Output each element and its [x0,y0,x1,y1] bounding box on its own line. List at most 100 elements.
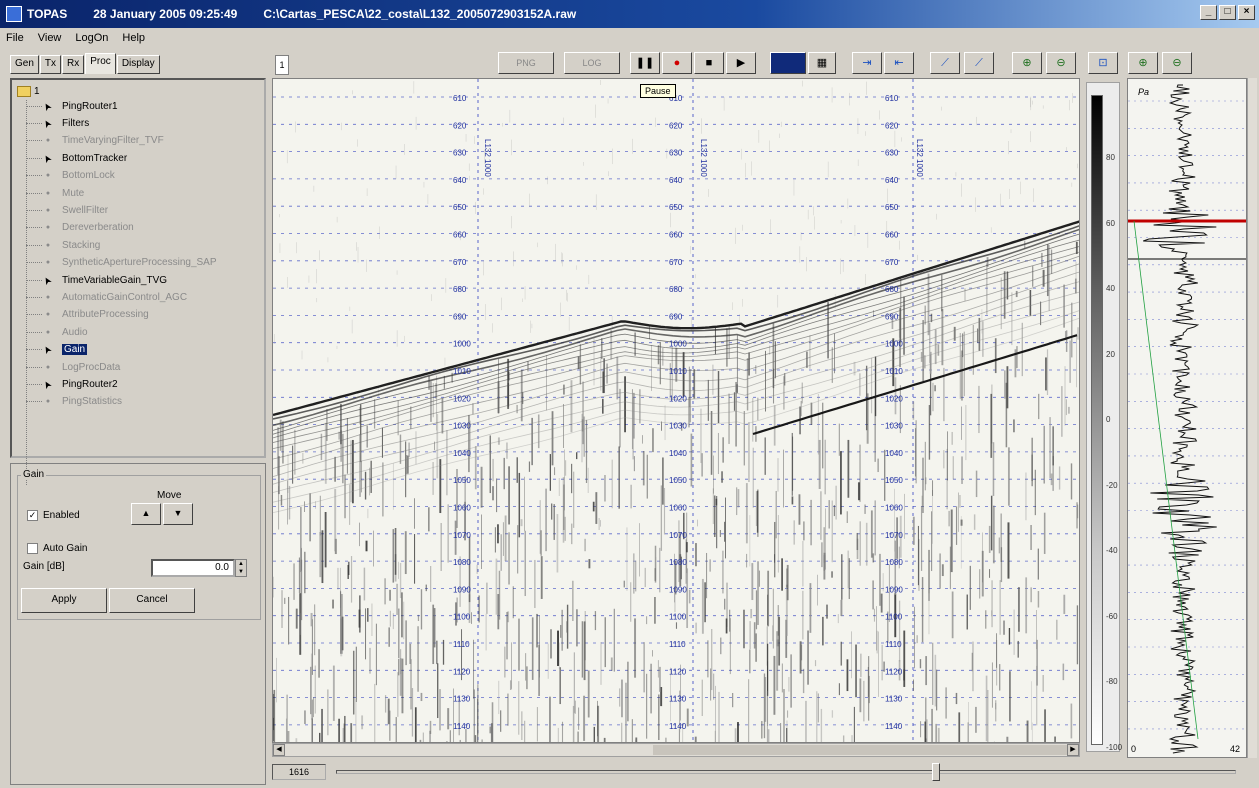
depth-label: 680 [885,285,899,294]
depth-label: 1120 [669,667,687,676]
bullet-icon: ● [45,172,51,180]
tree-item[interactable]: ➤ Gain [26,342,88,358]
menu-logon[interactable]: LogOn [75,32,108,44]
tree-root[interactable]: 1 [17,86,40,97]
depth-label: 1070 [453,531,471,540]
tree-item-label: Dereverberation [62,222,134,234]
tree-item[interactable]: ● Dereverberation [26,220,134,236]
tab-display[interactable]: Display [116,55,160,74]
tree-item[interactable]: ● AutomaticGainControl_AGC [26,289,187,305]
tab-tx[interactable]: Tx [39,55,62,74]
tree-connector [26,244,42,246]
tree-item[interactable]: ● Mute [26,185,84,201]
trace-zoom-out-button[interactable]: ⊖ [1162,52,1192,74]
tree-item[interactable]: ➤ Filters [26,115,89,131]
tree-item[interactable]: ● TimeVaryingFilter_TVF [26,133,164,149]
tree-item[interactable]: ➤ PingRouter2 [26,376,118,392]
menu-file[interactable]: File [6,32,24,44]
depth-label: 690 [453,312,467,321]
depth-label: 610 [885,94,899,103]
log-button[interactable]: LOG [564,52,620,74]
horizontal-scrollbar[interactable]: ◀ ▶ [272,743,1080,757]
tree-connector [26,175,42,177]
depth-label: 1000 [885,340,903,349]
depth-label: 1080 [885,558,903,567]
zoom-fit-button[interactable]: ⊡ [1088,52,1118,74]
chart-view-alt-button[interactable]: ⟋ [964,52,994,74]
pause-button[interactable]: ❚❚ [630,52,660,74]
depth-label: 620 [885,121,899,130]
zoom-out-button[interactable]: ⊖ [1046,52,1076,74]
menu-view[interactable]: View [38,32,62,44]
tree-item[interactable]: ● BottomLock [26,168,115,184]
zoom-fit-icon: ⊡ [1098,57,1108,69]
tab-rx[interactable]: Rx [62,55,85,74]
tree-item[interactable]: ➤ TimeVariableGain_TVG [26,272,167,288]
enabled-checkbox[interactable]: ✓ [27,510,38,521]
move-up-button[interactable]: ▲ [131,503,161,525]
tvg-curve [1133,220,1199,740]
trace-scrollbar[interactable] [1247,78,1257,758]
display-mode-button[interactable] [770,52,806,74]
maximize-icon[interactable]: □ [1219,5,1236,20]
trace-panel[interactable]: Pa 0 42 [1127,78,1247,758]
minimize-icon[interactable]: _ [1200,5,1217,20]
tab-proc[interactable]: Proc [85,53,116,74]
colorbar-tick-label: 60 [1106,218,1115,228]
tab-gen[interactable]: Gen [10,55,39,74]
tree-item[interactable]: ● SwellFilter [26,202,108,218]
chart-view-button[interactable]: ⟋ [930,52,960,74]
scroll-left-icon[interactable]: ◀ [273,744,285,756]
depth-label: 1000 [453,340,471,349]
auto-gain-row: Auto Gain [27,543,87,554]
tree-item[interactable]: ● LogProcData [26,359,120,375]
gain-db-input[interactable]: 0.0 [151,559,235,577]
depth-label: 1080 [669,558,687,567]
trace-zoom-in-button[interactable]: ⊕ [1128,52,1158,74]
ping-back-button[interactable]: ⇤ [884,52,914,74]
depth-label: 1030 [453,422,471,431]
tree-item[interactable]: ➤ PingRouter1 [26,98,118,114]
tree-item[interactable]: ● Stacking [26,237,100,253]
menu-help[interactable]: Help [122,32,145,44]
seismic-profile-view[interactable]: 610 620 630 640 650 660 670 680 690 1000 1010 1020 1… [272,78,1080,743]
move-down-button[interactable]: ▼ [163,503,193,525]
tree-item[interactable]: ● Audio [26,324,88,340]
depth-label: 690 [885,312,899,321]
folder-icon [17,86,31,97]
cancel-button[interactable]: Cancel [109,588,195,613]
tree-item[interactable]: ● PingStatistics [26,394,122,410]
ping-slider-knob[interactable] [932,763,940,781]
auto-gain-checkbox[interactable] [27,543,38,554]
tree-connector [26,366,42,368]
grid-toggle-button[interactable]: ▦ [808,52,836,74]
scroll-thumb[interactable] [653,745,1073,755]
bullet-icon: ● [45,206,51,214]
chart-icon: ⟋ [941,57,949,69]
enabled-label: Enabled [43,510,80,521]
apply-button[interactable]: Apply [21,588,107,613]
tree-item-label: PingRouter2 [62,378,118,390]
close-icon[interactable]: × [1238,5,1255,20]
play-button[interactable]: ▶ [726,52,756,74]
zoom-in-button[interactable]: ⊕ [1012,52,1042,74]
depth-label: 1110 [885,640,902,649]
scroll-right-icon[interactable]: ▶ [1067,744,1079,756]
tree-item[interactable]: ➤ BottomTracker [26,150,127,166]
tree-item[interactable]: ● AttributeProcessing [26,307,149,323]
ping-forward-button[interactable]: ⇥ [852,52,882,74]
trace-marker-label: L132 1000 [915,139,924,177]
gain-spinner[interactable]: ▲ ▼ [235,559,247,577]
depth-label: 660 [453,231,467,240]
stop-button[interactable]: ■ [694,52,724,74]
tree-item[interactable]: ● SyntheticApertureProcessing_SAP [26,255,217,271]
depth-label: 680 [669,285,683,294]
gain-group-title: Gain [21,469,47,480]
record-button[interactable]: ● [662,52,692,74]
depth-label: 620 [453,121,467,130]
depth-label: 630 [885,149,899,158]
record-icon: ● [673,57,681,69]
tree-item-label: Stacking [62,239,101,251]
ping-slider-track[interactable] [336,770,1236,774]
png-button[interactable]: PNG [498,52,554,74]
